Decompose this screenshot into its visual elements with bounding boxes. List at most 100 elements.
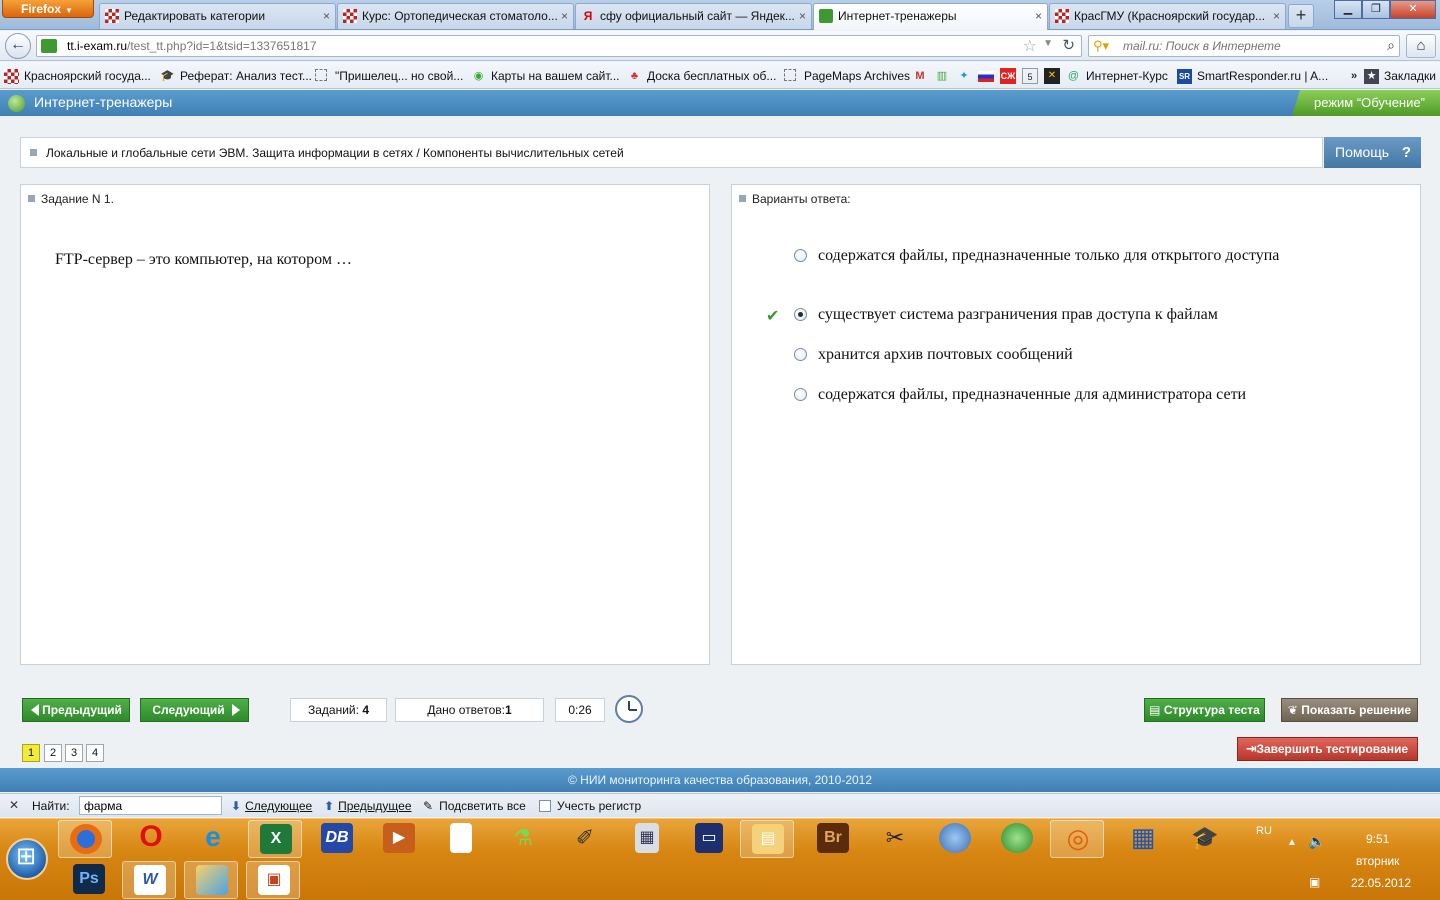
app2-taskbar-button[interactable]: ✂	[868, 820, 922, 858]
media-player-taskbar-button[interactable]: ▶	[372, 820, 426, 858]
five-icon[interactable]: 5	[1022, 68, 1038, 84]
tab-edit-categories[interactable]: Редактировать категории ×	[99, 3, 336, 29]
previous-button[interactable]: Предыдущий	[22, 698, 130, 722]
answer-radio[interactable]	[794, 249, 807, 262]
clock-day[interactable]: вторник	[1356, 854, 1399, 868]
chart-icon[interactable]: ▥	[934, 68, 950, 84]
home-button[interactable]: ⌂	[1406, 34, 1436, 58]
explorer-taskbar-button[interactable]: ▤	[740, 820, 794, 858]
address-bar[interactable]: tt.i-exam.ru/test_tt.php?id=1&tsid=13376…	[36, 35, 1082, 57]
answer-option[interactable]: хранится архив почтовых сообщений	[732, 344, 1420, 366]
tab-krasgmu[interactable]: КрасГМУ (Красноярский государ... ×	[1049, 3, 1286, 29]
app5-taskbar-button[interactable]: ◎	[1050, 820, 1104, 858]
minimize-button[interactable]: ▁	[1334, 0, 1362, 19]
show-solution-button[interactable]: ❦ Показать решение	[1281, 698, 1418, 722]
maximize-button[interactable]: ❐	[1362, 0, 1390, 19]
answer-radio-selected[interactable]	[794, 308, 807, 321]
answer-option[interactable]: ✔ существует система разграничения прав …	[732, 304, 1420, 326]
tab-yandex[interactable]: Я сфу официальный сайт — Яндек... ×	[575, 3, 812, 29]
page-number-3[interactable]: 3	[65, 744, 83, 762]
bookmark-item[interactable]: PageMaps Archives	[784, 67, 910, 85]
next-button[interactable]: Следующий	[140, 698, 249, 722]
close-icon[interactable]: ×	[799, 4, 806, 28]
firefox-taskbar-button[interactable]	[58, 820, 112, 858]
back-button[interactable]: ←	[5, 33, 31, 59]
page-number-4[interactable]: 4	[86, 744, 104, 762]
app3-taskbar-button[interactable]	[928, 820, 982, 858]
bookmark-star-icon[interactable]: ☆	[1023, 36, 1037, 56]
close-icon[interactable]: ×	[1035, 4, 1042, 28]
powerpoint-taskbar-button[interactable]: ▣	[246, 861, 300, 899]
word-taskbar-button[interactable]: W	[122, 861, 176, 899]
answer-option[interactable]: содержатся файлы, предназначенные только…	[732, 245, 1420, 289]
academy-taskbar-button[interactable]: 🎓	[1178, 820, 1232, 858]
flag-icon[interactable]	[978, 71, 994, 82]
bookmark-item[interactable]: Красноярский госуда...	[4, 67, 151, 85]
bookmarks-menu[interactable]: ★ Закладки	[1364, 67, 1436, 85]
answer-label[interactable]: существует система разграничения прав до…	[818, 304, 1338, 325]
finish-test-button[interactable]: ⇥ Завершить тестирование	[1237, 737, 1418, 761]
search-input[interactable]	[1123, 39, 1363, 53]
x-app-icon[interactable]: ✕	[1044, 68, 1060, 84]
close-icon[interactable]: ×	[561, 4, 568, 28]
twitter-icon[interactable]: ✦	[956, 68, 972, 84]
match-case-label[interactable]: Учесть регистр	[557, 799, 641, 813]
search-bar[interactable]: ⚲▾ ⌕	[1088, 35, 1400, 57]
answer-radio[interactable]	[794, 348, 807, 361]
bookmark-item[interactable]: ◉ Карты на вашем сайт...	[471, 67, 620, 85]
tab-internet-trainers[interactable]: Интернет-тренажеры ×	[813, 3, 1048, 30]
history-dropdown-icon[interactable]: ▼	[1043, 38, 1053, 49]
windows-taskbar-button[interactable]	[184, 861, 238, 899]
tools-taskbar-button[interactable]: ✐	[558, 820, 612, 858]
bookmark-item[interactable]: SR SmartResponder.ru | A...	[1177, 67, 1328, 85]
close-find-bar-icon[interactable]: ✕	[9, 798, 19, 812]
highlight-all-button[interactable]: ✎ Подсветить все	[423, 799, 526, 813]
floppy-taskbar-button[interactable]: ▭	[682, 820, 736, 858]
calculator-taskbar-button[interactable]: ▦	[620, 820, 674, 858]
magnifier-icon[interactable]: ⌕	[1387, 37, 1395, 54]
page-number-2[interactable]: 2	[44, 744, 62, 762]
answer-option[interactable]: содержатся файлы, предназначенные для ад…	[732, 384, 1420, 406]
help-button[interactable]: Помощь ?	[1324, 137, 1421, 168]
bookmarks-overflow-chevron[interactable]: »	[1346, 68, 1362, 84]
test-structure-button[interactable]: ▤ Структура теста	[1144, 698, 1265, 722]
bridge-taskbar-button[interactable]: Br	[806, 820, 860, 858]
close-icon[interactable]: ×	[323, 4, 330, 28]
close-window-button[interactable]: ✕	[1390, 0, 1436, 19]
url-text[interactable]: tt.i-exam.ru/test_tt.php?id=1&tsid=13376…	[67, 39, 317, 53]
opera-taskbar-button[interactable]: O	[124, 820, 178, 858]
match-case-checkbox[interactable]	[539, 800, 551, 812]
blank-document-taskbar-button[interactable]	[434, 820, 488, 858]
search-engine-icon[interactable]: ⚲▾	[1093, 38, 1109, 54]
find-next-button[interactable]: ⬇ Следующее	[231, 799, 312, 813]
find-previous-button[interactable]: ⬆ Предыдущее	[324, 799, 412, 813]
volume-icon[interactable]: 🔈	[1308, 833, 1325, 850]
clock-date[interactable]: 22.05.2012	[1351, 876, 1411, 890]
start-button[interactable]	[6, 838, 48, 880]
firefox-menu-button[interactable]: Firefox ▼	[2, 0, 94, 18]
db-taskbar-button[interactable]: DB	[310, 820, 364, 858]
clock-time[interactable]: 9:51	[1366, 832, 1389, 846]
app4-taskbar-button[interactable]	[990, 820, 1044, 858]
tray-expand-icon[interactable]: ▲	[1287, 837, 1297, 848]
answer-label[interactable]: содержатся файлы, предназначенные для ад…	[818, 384, 1338, 405]
new-tab-button[interactable]: +	[1288, 4, 1314, 28]
bookmark-item[interactable]: 🎓 Реферат: Анализ тест...	[160, 67, 312, 85]
bookmark-item[interactable]: "Пришелец... но свой...	[315, 67, 463, 85]
site-identity-icon[interactable]	[41, 39, 57, 53]
language-indicator[interactable]: RU	[1256, 825, 1272, 837]
ie-taskbar-button[interactable]: e	[186, 820, 240, 858]
tab-course[interactable]: Курс: Ортопедическая стоматоло... ×	[337, 3, 574, 29]
excel-taskbar-button[interactable]: X	[248, 820, 302, 858]
photoshop-taskbar-button[interactable]: Ps	[62, 861, 116, 899]
grid-taskbar-button[interactable]: ▦	[1116, 820, 1170, 858]
page-number-1[interactable]: 1	[22, 744, 40, 762]
bookmark-item[interactable]: ♣ Доска бесплатных об...	[627, 67, 777, 85]
sj-icon[interactable]: СЖ	[1000, 68, 1016, 84]
app-taskbar-button[interactable]: ⚗	[496, 820, 550, 858]
answer-label[interactable]: содержатся файлы, предназначенные только…	[818, 245, 1338, 266]
find-input[interactable]	[79, 796, 222, 815]
bookmark-item[interactable]: @ Интернет-Курс	[1066, 67, 1168, 85]
clock-icon[interactable]	[615, 695, 643, 723]
close-icon[interactable]: ×	[1273, 4, 1280, 28]
